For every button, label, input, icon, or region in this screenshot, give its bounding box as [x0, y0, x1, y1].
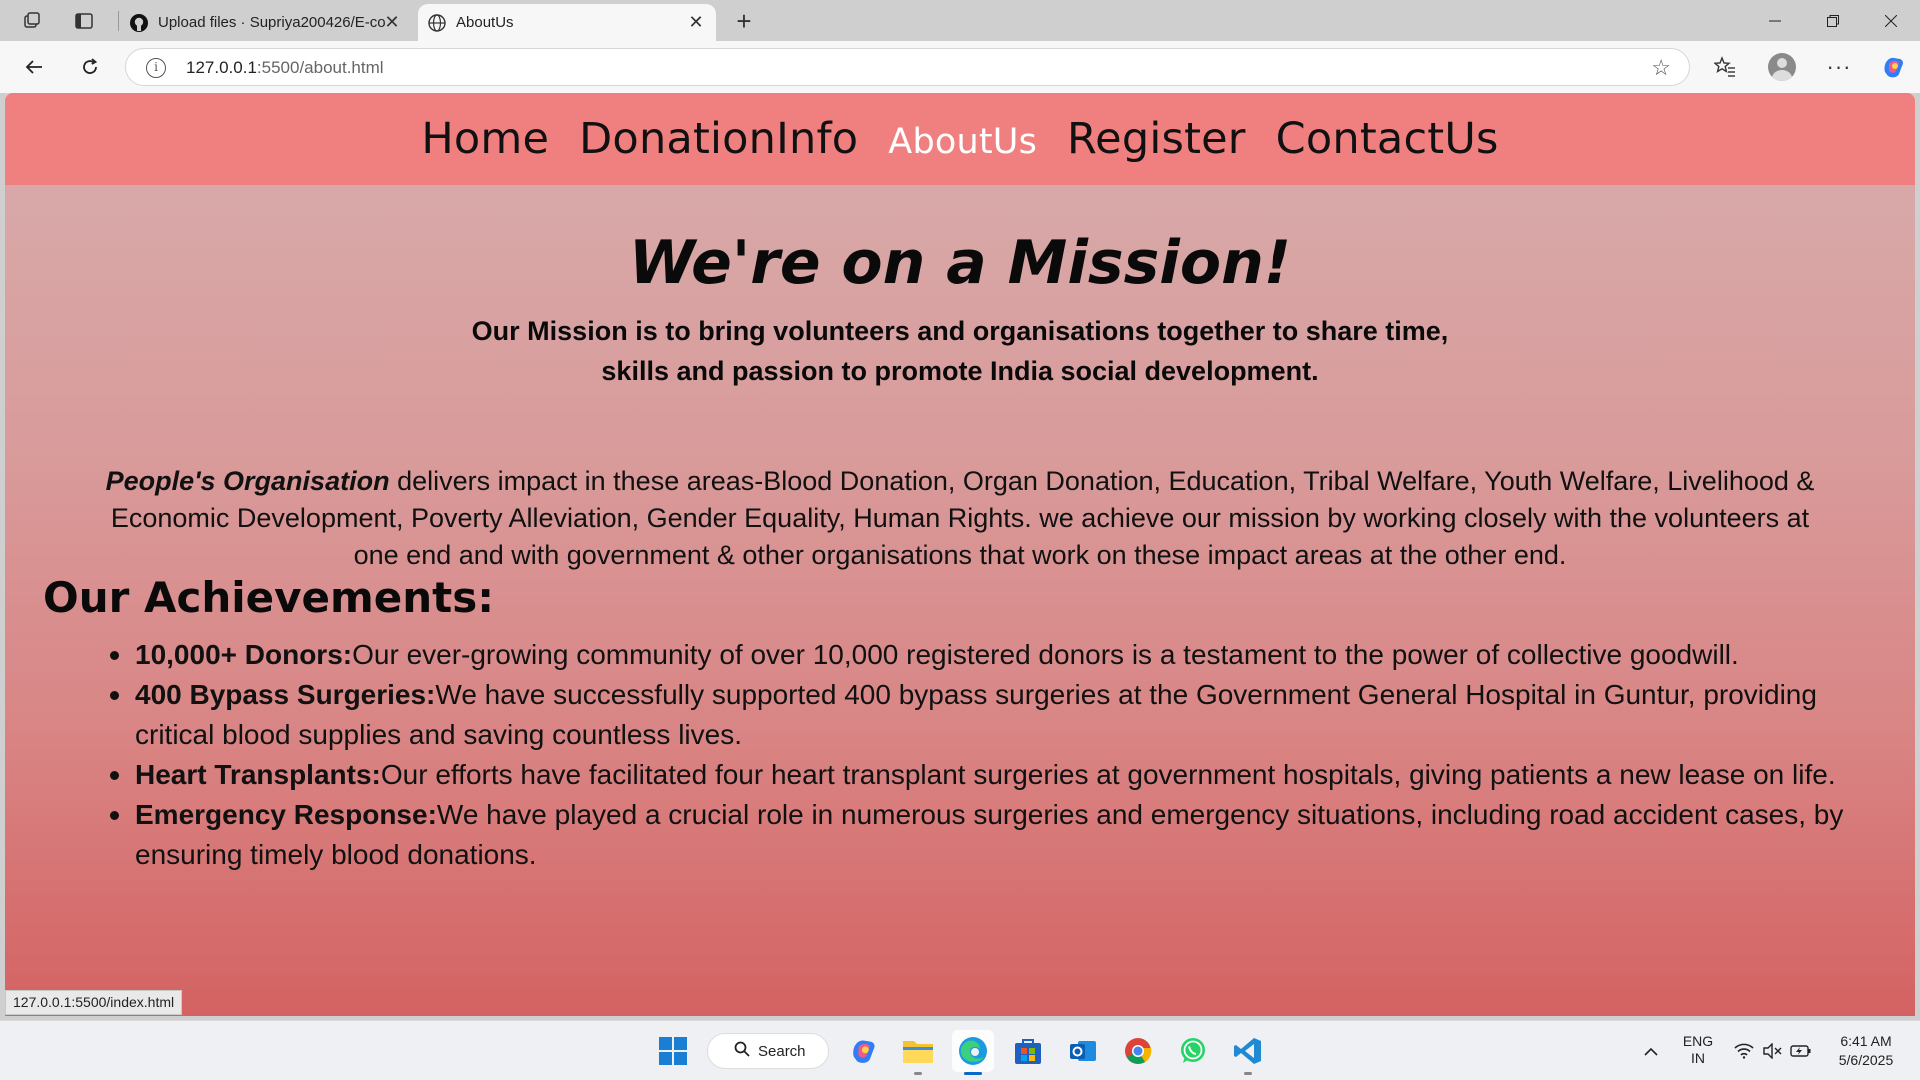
site-info-icon[interactable]: i [146, 58, 166, 78]
outlook-icon[interactable] [1062, 1030, 1104, 1072]
url-text: 127.0.0.1:5500/about.html [186, 58, 384, 77]
nav-donationinfo[interactable]: DonationInfo [579, 114, 858, 164]
tab-separator [118, 11, 119, 31]
volume-muted-icon[interactable] [1758, 1021, 1786, 1080]
close-tab-icon[interactable]: ✕ [382, 12, 402, 33]
vscode-icon[interactable] [1227, 1030, 1269, 1075]
language-indicator[interactable]: ENG IN [1680, 1033, 1716, 1067]
achievement-text: Our efforts have facilitated four heart … [380, 759, 1836, 790]
nav-contactus[interactable]: ContactUs [1276, 114, 1499, 164]
achievement-title: 10,000+ Donors: [135, 639, 353, 670]
region-code: IN [1691, 1050, 1705, 1066]
whatsapp-icon[interactable] [1172, 1030, 1214, 1072]
status-bar-url: 127.0.0.1:5500/index.html [5, 990, 183, 1015]
mission-line-1: Our Mission is to bring volunteers and o… [471, 316, 1449, 346]
clock-time: 6:41 AM [1840, 1033, 1892, 1049]
achievements-heading: Our Achievements: [43, 573, 495, 622]
mission-statement: Our Mission is to bring volunteers and o… [5, 311, 1915, 391]
profile-avatar[interactable] [1768, 53, 1796, 81]
achievement-text: Our ever-growing community of over 10,00… [352, 639, 1739, 670]
refresh-icon[interactable] [72, 51, 108, 83]
impact-paragraph: People's Organisation delivers impact in… [87, 463, 1833, 574]
mission-heading: We're on a Mission! [628, 228, 1292, 298]
workspaces-icon[interactable] [16, 6, 48, 36]
language-code: ENG [1682, 1033, 1714, 1049]
tab-label: Upload files · Supriya200426/E-co [158, 14, 386, 31]
organisation-name: People's Organisation [105, 466, 390, 496]
mission-line-2: skills and passion to promote India soci… [601, 356, 1319, 386]
tab-aboutus[interactable]: AboutUs ✕ [418, 4, 716, 41]
chrome-icon[interactable] [1117, 1030, 1159, 1072]
file-explorer-icon[interactable] [897, 1030, 939, 1075]
favorite-star-icon[interactable]: ☆ [1651, 55, 1671, 81]
achievement-title: Heart Transplants: [135, 759, 381, 790]
start-icon[interactable] [652, 1030, 694, 1072]
restore-icon[interactable] [1804, 0, 1862, 41]
page-viewport: Home DonationInfo AboutUs Register Conta… [5, 93, 1915, 1016]
copilot-icon[interactable] [842, 1030, 884, 1072]
clock-date: 5/6/2025 [1838, 1052, 1894, 1068]
browser-title-bar: Upload files · Supriya200426/E-co ✕ Abou… [0, 0, 1920, 41]
github-icon [128, 12, 150, 34]
close-window-icon[interactable] [1862, 0, 1920, 41]
site-navbar: Home DonationInfo AboutUs Register Conta… [5, 93, 1915, 185]
tab-github-upload[interactable]: Upload files · Supriya200426/E-co ✕ [120, 4, 412, 41]
search-label: Search [758, 1042, 806, 1060]
back-icon[interactable] [16, 51, 52, 83]
list-item: 400 Bypass Surgeries:We have successfull… [110, 675, 1895, 755]
achievements-list: 10,000+ Donors:Our ever-growing communit… [110, 635, 1895, 875]
list-item: 10,000+ Donors:Our ever-growing communit… [110, 635, 1895, 675]
minimize-icon[interactable] [1746, 0, 1804, 41]
search-icon [734, 1041, 750, 1061]
achievement-title: Emergency Response: [135, 799, 437, 830]
tab-label: AboutUs [456, 14, 514, 31]
show-hidden-icons-chevron-up-icon[interactable] [1636, 1021, 1666, 1080]
favorites-icon[interactable] [1708, 50, 1742, 84]
new-tab-button[interactable]: + [728, 6, 760, 36]
tab-actions-icon[interactable] [68, 6, 100, 36]
more-options-icon[interactable]: ··· [1822, 50, 1856, 84]
nav-home[interactable]: Home [421, 114, 549, 164]
list-item: Heart Transplants:Our efforts have facil… [110, 755, 1895, 795]
achievement-title: 400 Bypass Surgeries: [135, 679, 436, 710]
close-tab-icon[interactable]: ✕ [686, 12, 706, 33]
system-clock[interactable]: 6:41 AM 5/6/2025 [1826, 1032, 1906, 1070]
nav-aboutus[interactable]: AboutUs [888, 122, 1037, 162]
list-item: Emergency Response:We have played a cruc… [110, 795, 1895, 875]
copilot-icon[interactable] [1876, 50, 1910, 84]
browser-toolbar: i 127.0.0.1:5500/about.html ☆ ··· [0, 41, 1920, 93]
store-icon[interactable] [1007, 1030, 1049, 1072]
globe-icon [426, 12, 448, 34]
nav-register[interactable]: Register [1067, 114, 1246, 164]
edge-icon[interactable] [952, 1030, 994, 1075]
wifi-icon[interactable] [1730, 1021, 1758, 1080]
battery-charging-icon[interactable] [1786, 1021, 1816, 1080]
windows-taskbar: Search ENG IN 6:41 AM 5/6/2025 [0, 1020, 1920, 1080]
taskbar-search[interactable]: Search [707, 1033, 829, 1069]
address-bar[interactable]: i 127.0.0.1:5500/about.html ☆ [125, 48, 1690, 86]
